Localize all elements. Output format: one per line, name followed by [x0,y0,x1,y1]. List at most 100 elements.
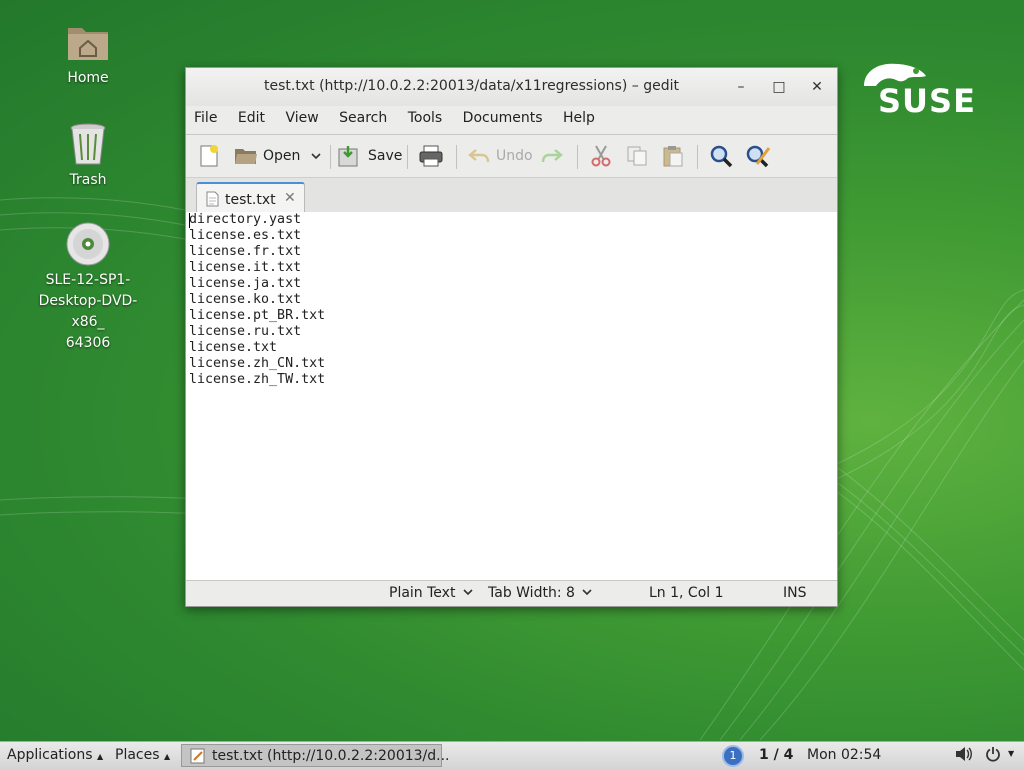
menu-search[interactable]: Search [331,106,395,126]
editor-line: license.txt [189,340,278,355]
close-window-button[interactable]: ✕ [806,76,828,98]
volume-button[interactable] [955,746,973,766]
undo-arrow-icon [468,149,490,163]
clock[interactable]: Mon 02:54 [807,747,881,763]
redo-button[interactable] [541,142,563,170]
taskbar-window-label: test.txt (http://10.0.2.2:20013/d... [212,748,450,764]
window-title: test.txt (http://10.0.2.2:20013/data/x11… [264,78,679,94]
insert-mode: INS [783,585,807,601]
chevron-down-icon [463,589,473,596]
open-label: Open [263,148,301,164]
find-button[interactable] [709,142,733,170]
status-bar: Plain Text Tab Width: 8 Ln 1, Col 1 INS [186,580,837,606]
bottom-panel: Applications ▲ Places ▲ test.txt (http:/… [0,741,1024,769]
tab-width-label: Tab Width: 8 [488,585,575,601]
editor-line: license.fr.txt [189,244,302,259]
scissors-icon [591,145,611,167]
desktop-icon-label-line: 64306 [65,335,111,351]
copy-icon [627,146,647,166]
paste-clipboard-icon [663,146,683,167]
editor-line: license.zh_CN.txt [189,356,326,371]
places-label: Places [115,747,160,763]
volume-speaker-icon [956,747,972,761]
save-icon [338,146,358,167]
tab-width-selector[interactable]: Tab Width: 8 [488,585,592,601]
applications-menu[interactable]: Applications ▲ [7,747,103,763]
gedit-app-icon [190,748,205,764]
caret-up-icon: ▲ [96,752,104,761]
editor-line: directory.yast [189,212,302,227]
language-selector[interactable]: Plain Text [389,585,473,601]
document-tab-bar: test.txt ✕ [186,178,837,214]
editor-line: license.ko.txt [189,292,302,307]
printer-icon [419,145,443,167]
folder-home-icon [68,28,108,60]
toolbar-separator [407,145,408,169]
desktop-icon-label: Trash [69,172,107,188]
new-document-button[interactable] [198,142,220,170]
menu-help[interactable]: Help [555,106,603,126]
trash-icon [70,123,106,165]
workspace-badge[interactable]: 1 [722,745,744,767]
text-editor-area[interactable]: directory.yast license.es.txt license.fr… [186,212,837,581]
menu-view[interactable]: View [277,106,326,126]
tab-close-icon[interactable]: ✕ [284,190,296,206]
text-file-icon [206,191,219,207]
open-folder-icon [235,149,257,164]
save-button[interactable]: Save [338,142,402,170]
tab-test-txt[interactable]: test.txt ✕ [196,182,305,213]
find-replace-icon [746,145,771,168]
toolbar: Open Save Undo [186,135,837,178]
gedit-window: test.txt (http://10.0.2.2:20013/data/x11… [185,67,838,607]
open-button[interactable]: Open [234,142,300,170]
menu-edit[interactable]: Edit [230,106,273,126]
dvd-disc-icon [66,222,110,266]
menu-file[interactable]: File [186,106,225,126]
print-button[interactable] [419,142,443,170]
new-document-icon [200,145,218,167]
power-icon [986,747,1000,762]
toolbar-separator [697,145,698,169]
desktop-icon-trash[interactable]: Trash [23,122,153,191]
open-dropdown-button[interactable] [310,142,322,170]
menu-documents[interactable]: Documents [455,106,551,126]
toolbar-separator [577,145,578,169]
power-button[interactable] [985,746,1001,766]
menu-tools[interactable]: Tools [400,106,451,126]
suse-logo-text: SUSE [878,82,976,120]
undo-button[interactable]: Undo [468,142,533,170]
desktop-icon-label-line: Desktop-DVD-x86_ [38,293,138,330]
copy-button[interactable] [626,142,648,170]
desktop-icon-dvd[interactable]: SLE-12-SP1- Desktop-DVD-x86_ 64306 [23,222,153,354]
caret-down-icon[interactable]: ▼ [1008,749,1014,758]
cut-button[interactable] [591,142,611,170]
desktop-icon-label: Home [67,70,109,86]
caret-up-icon: ▲ [163,752,171,761]
window-titlebar[interactable]: test.txt (http://10.0.2.2:20013/data/x11… [186,68,837,106]
minimize-button[interactable]: – [730,76,752,98]
toolbar-separator [456,145,457,169]
undo-label: Undo [496,148,533,164]
desktop-icon-home[interactable]: Home [23,22,153,89]
editor-line: license.pt_BR.txt [189,308,326,323]
language-label: Plain Text [389,585,456,601]
editor-line: license.zh_TW.txt [189,372,326,387]
text-cursor [189,213,190,228]
save-label: Save [368,148,403,164]
maximize-button[interactable]: □ [768,76,790,98]
desktop-icon-label-line: SLE-12-SP1- [45,272,131,288]
find-replace-button[interactable] [745,142,771,170]
editor-line: license.es.txt [189,228,302,243]
editor-line: license.ja.txt [189,276,302,291]
suse-logo: SUSE [858,60,980,120]
paste-button[interactable] [662,142,684,170]
chevron-down-icon [311,153,321,160]
editor-line: license.it.txt [189,260,302,275]
taskbar-window-button[interactable]: test.txt (http://10.0.2.2:20013/d... [181,744,450,767]
workspace-indicator[interactable]: 1 / 4 [759,747,793,763]
applications-label: Applications [7,747,93,763]
chevron-down-icon [582,589,592,596]
editor-line: license.ru.txt [189,324,302,339]
places-menu[interactable]: Places ▲ [115,747,170,763]
menu-bar: File Edit View Search Tools Documents He… [186,106,837,135]
